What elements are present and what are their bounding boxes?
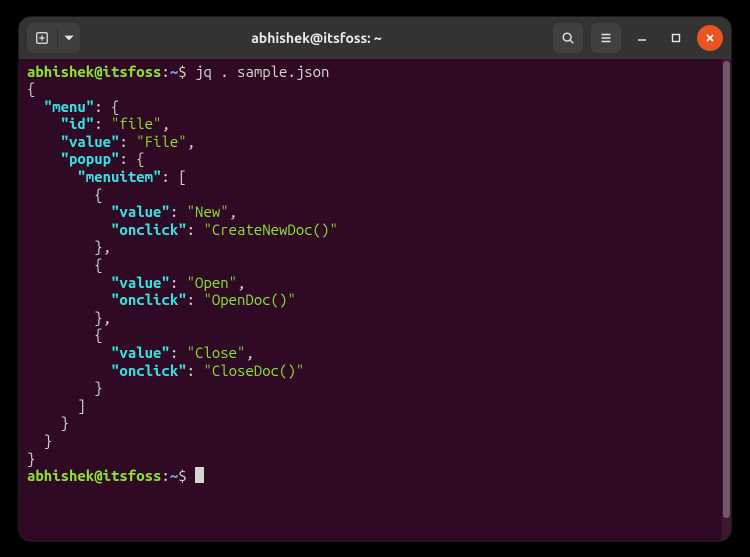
json-punc: { <box>94 186 102 203</box>
chevron-down-icon <box>62 31 76 45</box>
json-punc: , <box>229 203 237 220</box>
prompt-user: abhishek <box>27 467 94 484</box>
terminal-window: abhishek@itsfoss: ~ <box>19 17 731 541</box>
json-punc: } <box>94 379 102 396</box>
json-key: "menuitem" <box>77 168 161 185</box>
cursor <box>195 467 204 483</box>
json-string: "Open" <box>187 274 237 291</box>
hamburger-icon <box>599 31 613 45</box>
prompt-at: @ <box>94 63 102 80</box>
json-punc: : <box>170 344 187 361</box>
json-punc: , <box>187 133 195 150</box>
window-title: abhishek@itsfoss: ~ <box>86 30 547 46</box>
json-key: "onclick" <box>111 221 187 238</box>
close-button[interactable] <box>697 25 723 51</box>
json-string: "Close" <box>187 344 246 361</box>
terminal-content[interactable]: abhishek@itsfoss:~$ jq . sample.json { "… <box>19 59 722 541</box>
json-key: "value" <box>61 133 120 150</box>
json-punc: }, <box>94 309 111 326</box>
new-tab-dropdown[interactable] <box>58 23 80 53</box>
prompt-colon: : <box>161 63 169 80</box>
prompt-colon: : <box>161 467 169 484</box>
json-line: } <box>27 450 35 467</box>
json-key: "value" <box>111 344 170 361</box>
search-button[interactable] <box>553 23 583 53</box>
json-punc: { <box>94 256 102 273</box>
terminal-area: abhishek@itsfoss:~$ jq . sample.json { "… <box>19 59 731 541</box>
json-key: "menu" <box>44 98 94 115</box>
json-punc: : { <box>119 150 144 167</box>
prompt-host: itsfoss <box>103 63 162 80</box>
json-punc: : <box>187 291 204 308</box>
menu-button[interactable] <box>591 23 621 53</box>
json-string: "CloseDoc()" <box>203 362 304 379</box>
prompt-host: itsfoss <box>103 467 162 484</box>
json-punc: : <box>187 221 204 238</box>
json-key: "onclick" <box>111 362 187 379</box>
json-punc: } <box>44 432 52 449</box>
scrollbar[interactable] <box>722 59 731 541</box>
json-string: "OpenDoc()" <box>203 291 295 308</box>
prompt-user: abhishek <box>27 63 94 80</box>
json-key: "value" <box>111 203 170 220</box>
search-icon <box>561 31 575 45</box>
command-text: jq . sample.json <box>187 63 330 80</box>
titlebar: abhishek@itsfoss: ~ <box>19 17 731 59</box>
json-punc: : <box>187 362 204 379</box>
titlebar-right <box>553 23 723 53</box>
json-key: "id" <box>61 115 95 132</box>
json-punc: : [ <box>161 168 186 185</box>
json-punc: , <box>161 115 169 132</box>
new-tab-icon <box>35 31 49 45</box>
json-punc: : { <box>94 98 119 115</box>
json-string: "New" <box>187 203 229 220</box>
maximize-icon <box>671 33 681 43</box>
close-icon <box>705 33 715 43</box>
json-punc: { <box>94 326 102 343</box>
json-punc: : <box>119 133 136 150</box>
scrollbar-thumb[interactable] <box>723 61 730 519</box>
json-key: "popup" <box>61 150 120 167</box>
json-punc: ] <box>77 397 85 414</box>
json-punc: : <box>170 203 187 220</box>
json-string: "file" <box>111 115 161 132</box>
json-punc: } <box>61 414 69 431</box>
maximize-button[interactable] <box>663 25 689 51</box>
json-punc: }, <box>94 238 111 255</box>
prompt-symbol: $ <box>178 467 186 484</box>
json-punc: , <box>245 344 253 361</box>
prompt-path: ~ <box>170 467 178 484</box>
minimize-button[interactable] <box>629 25 655 51</box>
json-line: { <box>27 80 35 97</box>
new-tab-button[interactable] <box>27 23 57 53</box>
json-key: "value" <box>111 274 170 291</box>
json-punc: : <box>170 274 187 291</box>
json-punc: : <box>94 115 111 132</box>
json-string: "CreateNewDoc()" <box>203 221 337 238</box>
json-key: "onclick" <box>111 291 187 308</box>
minimize-icon <box>637 33 647 43</box>
json-string: "File" <box>136 133 186 150</box>
new-tab-group <box>27 23 80 53</box>
prompt-at: @ <box>94 467 102 484</box>
prompt-path: ~ <box>170 63 178 80</box>
json-punc: , <box>237 274 245 291</box>
prompt-symbol: $ <box>178 63 186 80</box>
